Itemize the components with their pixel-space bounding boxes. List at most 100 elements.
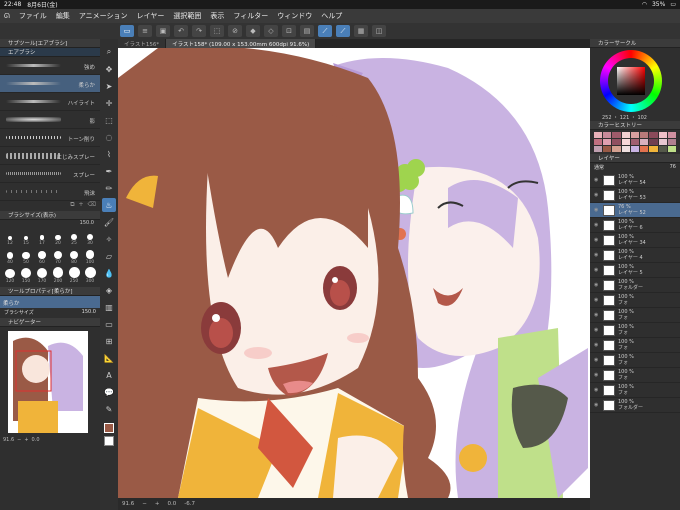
color-swatch[interactable]	[649, 132, 658, 138]
brush-size-option[interactable]: 17	[35, 229, 49, 246]
color-swatch[interactable]	[658, 139, 667, 145]
color-swatch[interactable]	[649, 139, 658, 145]
layer-row[interactable]: ◉ 76 % レイヤー 52	[590, 203, 680, 218]
ruler-tool-icon[interactable]: 📐	[102, 351, 116, 365]
menu-edit[interactable]: 編集	[56, 11, 70, 21]
canvas-angle[interactable]: 0.0	[167, 501, 176, 507]
clear-icon[interactable]: ⊘	[228, 25, 242, 37]
color-swatch[interactable]	[658, 132, 667, 138]
color-swatch[interactable]	[640, 132, 649, 138]
brush-size-option[interactable]: 12	[3, 229, 17, 246]
brush-item-selected[interactable]: 柔らか	[0, 75, 100, 93]
main-color-swatch[interactable]	[104, 423, 114, 433]
move-layer-icon[interactable]: ✛	[102, 96, 116, 110]
zoom-in-icon[interactable]: +	[24, 437, 28, 447]
tab-document-1[interactable]: イラスト156*	[118, 39, 167, 48]
brush-size-option[interactable]: 120	[3, 267, 17, 284]
brush-size-option[interactable]: 300	[83, 267, 97, 284]
eye-icon[interactable]: ◉	[594, 402, 600, 408]
brush-item[interactable]: スプレー	[0, 165, 100, 183]
menu-animation[interactable]: アニメーション	[79, 11, 128, 21]
color-swatch[interactable]	[603, 139, 612, 145]
operation-tool-icon[interactable]: ➤	[102, 79, 116, 93]
eye-icon[interactable]: ◉	[594, 237, 600, 243]
blend-tool-icon[interactable]: 💧	[102, 266, 116, 280]
blend-mode-select[interactable]: 通常	[594, 164, 604, 172]
app-logo-icon[interactable]: ᘏ	[4, 12, 10, 21]
add-icon[interactable]: +	[78, 201, 83, 211]
brush-item[interactable]: ハイライト	[0, 93, 100, 111]
eye-icon[interactable]: ◉	[594, 222, 600, 228]
balloon-tool-icon[interactable]: 💬	[102, 385, 116, 399]
tab-document-2[interactable]: イラスト158* (109.00 x 153.00mm 600dpi 91.6%…	[166, 39, 317, 48]
selection-tool-icon[interactable]: ⬚	[102, 113, 116, 127]
color-swatch[interactable]	[667, 132, 676, 138]
layer-row[interactable]: ◉ 100 % レイヤー 4	[590, 248, 680, 263]
eye-icon[interactable]: ◉	[594, 267, 600, 273]
frame-tool-icon[interactable]: ⊞	[102, 334, 116, 348]
snap-ruler-icon[interactable]: ⟋	[318, 25, 332, 37]
zoom-tool-icon[interactable]: ⌕	[102, 45, 116, 59]
layer-row[interactable]: ◉ 100 % フォルダー	[590, 398, 680, 413]
layer-row[interactable]: ◉ 100 % フォ	[590, 293, 680, 308]
color-swatch[interactable]	[630, 139, 640, 145]
figure-tool-icon[interactable]: ▭	[102, 317, 116, 331]
navigator-preview[interactable]	[8, 331, 88, 433]
eye-icon[interactable]: ◉	[594, 387, 600, 393]
brush-item[interactable]: にじみスプレー	[0, 147, 100, 165]
color-swatch[interactable]	[612, 132, 621, 138]
canvas-angle-2[interactable]: -6.7	[184, 501, 195, 507]
layer-row[interactable]: ◉ 100 % レイヤー 54	[590, 173, 680, 188]
fill-tool-icon[interactable]: ◈	[102, 283, 116, 297]
pen-tool-icon[interactable]: ✒	[102, 164, 116, 178]
layer-row[interactable]: ◉ 100 % フォ	[590, 353, 680, 368]
color-swatch[interactable]	[640, 139, 649, 145]
lasso-tool-icon[interactable]: ◌	[102, 130, 116, 144]
brush-size-option[interactable]: 100	[83, 248, 97, 265]
color-wheel[interactable]	[590, 48, 680, 114]
eye-icon[interactable]: ◉	[594, 192, 600, 198]
eye-icon[interactable]: ◉	[594, 372, 600, 378]
eye-icon[interactable]: ◉	[594, 177, 600, 183]
color-swatch[interactable]	[612, 146, 621, 152]
undo-icon[interactable]: ↶	[174, 25, 188, 37]
layer-row[interactable]: ◉ 100 % フォ	[590, 383, 680, 398]
assist-icon[interactable]: ◫	[372, 25, 386, 37]
snap-special-icon[interactable]: ⟋	[336, 25, 350, 37]
deselect-icon[interactable]: ⊡	[282, 25, 296, 37]
menu-file[interactable]: ファイル	[19, 11, 47, 21]
zoom-out-icon[interactable]: −	[17, 437, 21, 447]
brush-size-option[interactable]: 170	[35, 267, 49, 284]
layer-row[interactable]: ◉ 100 % レイヤー 5	[590, 263, 680, 278]
save-icon[interactable]: ▣	[156, 25, 170, 37]
brush-item[interactable]: トーン削り	[0, 129, 100, 147]
menu-layer[interactable]: レイヤー	[137, 11, 165, 21]
redo-icon[interactable]: ↷	[192, 25, 206, 37]
color-swatch[interactable]	[594, 146, 603, 152]
eye-icon[interactable]: ◉	[594, 357, 600, 363]
brush-size-option[interactable]: 15	[19, 229, 33, 246]
menu-selection[interactable]: 選択範囲	[173, 11, 201, 21]
transform-icon[interactable]: ⬚	[210, 25, 224, 37]
eye-icon[interactable]: ◉	[594, 297, 600, 303]
layer-opacity[interactable]: 76	[670, 164, 676, 172]
brush-item[interactable]: 影	[0, 111, 100, 129]
brush-item[interactable]: 飛沫	[0, 183, 100, 201]
color-swatch[interactable]	[603, 132, 612, 138]
gradient-tool-icon[interactable]: ▥	[102, 300, 116, 314]
text-tool-icon[interactable]: A	[102, 368, 116, 382]
color-swatch[interactable]	[630, 146, 640, 152]
snap-grid-icon[interactable]: ▦	[354, 25, 368, 37]
color-swatch[interactable]	[649, 146, 658, 152]
color-swatch[interactable]	[667, 146, 676, 152]
airbrush-tool-icon[interactable]: ♨	[102, 198, 116, 212]
eraser-tool-icon[interactable]: ▱	[102, 249, 116, 263]
color-swatch[interactable]	[630, 132, 640, 138]
eyedropper-tool-icon[interactable]: ⌇	[102, 147, 116, 161]
copy-icon[interactable]: ⧉	[70, 201, 74, 211]
layer-row[interactable]: ◉ 100 % フォ	[590, 323, 680, 338]
eye-icon[interactable]: ◉	[594, 282, 600, 288]
layer-row[interactable]: ◉ 100 % フォ	[590, 338, 680, 353]
layer-row[interactable]: ◉ 100 % フォ	[590, 368, 680, 383]
layer-row[interactable]: ◉ 100 % レイヤー 53	[590, 188, 680, 203]
